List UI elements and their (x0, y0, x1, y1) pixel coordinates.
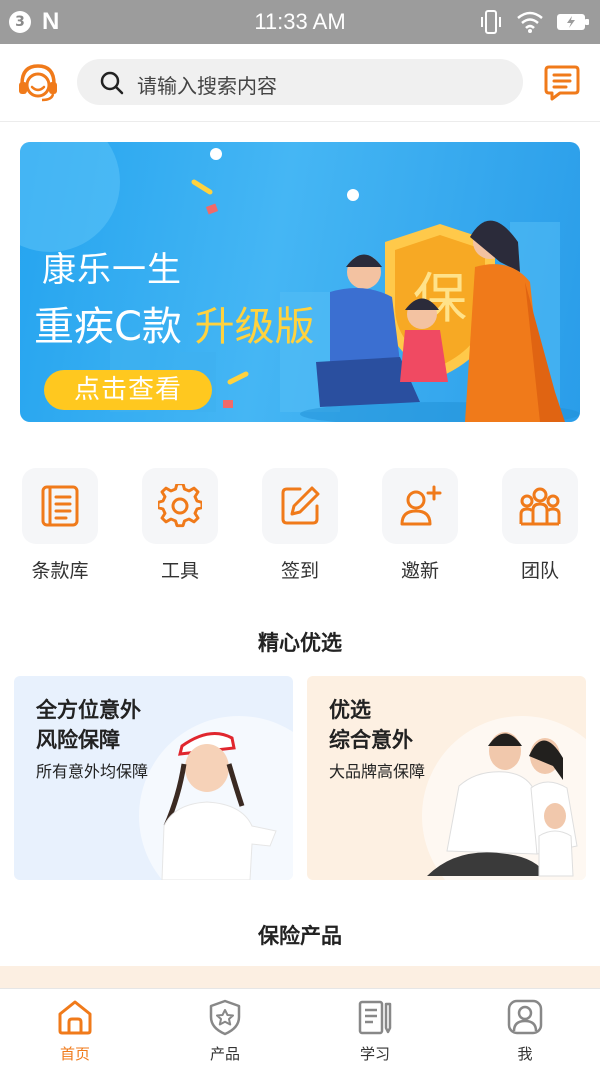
gear-icon (158, 484, 202, 528)
card-subtitle: 所有意外均保障 (36, 762, 149, 781)
card-title-line1: 全方位意外 (36, 698, 141, 722)
card-title-line2: 综合意外 (329, 728, 413, 752)
vibrate-icon (481, 10, 501, 34)
message-list-icon[interactable] (544, 64, 580, 102)
invite-user-icon (400, 485, 442, 526)
quick-item-tile (262, 468, 338, 544)
banner-subtitle: 康乐一生 (42, 250, 182, 290)
card-title-line1: 优选 (329, 698, 371, 722)
banner-cta-button[interactable]: 点击查看 (44, 370, 212, 410)
status-bar: 3 N 11:33 AM (0, 0, 600, 44)
banner-title-highlight: 升级版 (194, 304, 315, 350)
tab-label: 产品 (209, 1045, 240, 1063)
quick-item-tools[interactable]: 工具 (120, 466, 240, 586)
featured-card-accident-protection[interactable]: 全方位意外 风险保障 所有意外均保障 (14, 676, 293, 880)
clause-book-icon (41, 485, 79, 527)
quick-menu: 条款库 工具 签到 邀新 团队 (0, 466, 600, 586)
search-placeholder: 请输入搜索内容 (137, 74, 277, 98)
quick-item-team[interactable]: 团队 (480, 466, 600, 586)
study-notebook-icon (358, 1000, 392, 1035)
tab-label: 我 (517, 1045, 533, 1063)
tab-me[interactable]: 我 (450, 989, 600, 1067)
quick-item-label: 工具 (160, 560, 199, 582)
product-list-peek (0, 966, 600, 990)
featured-card-comprehensive-accident[interactable]: 优选 综合意外 大品牌高保障 (307, 676, 586, 880)
edit-pen-icon (281, 486, 320, 525)
quick-item-tile (22, 468, 98, 544)
card-title-line2: 风险保障 (36, 728, 120, 752)
quick-item-invite[interactable]: 邀新 (360, 466, 480, 586)
customer-service-icon[interactable] (16, 62, 60, 104)
quick-item-tile (142, 468, 218, 544)
promo-banner[interactable]: 保 康乐一生 重疾C款 升级版 点击查看 (20, 142, 580, 422)
bottom-tab-bar: 首页 产品 学习 我 (0, 988, 600, 1067)
quick-item-label: 条款库 (31, 560, 89, 582)
tab-label: 首页 (59, 1045, 90, 1063)
tab-home[interactable]: 首页 (0, 989, 150, 1067)
home-icon (58, 1000, 92, 1035)
card-subtitle: 大品牌高保障 (329, 762, 426, 781)
quick-item-checkin[interactable]: 签到 (240, 466, 360, 586)
quick-item-tile (502, 468, 578, 544)
tab-label: 学习 (359, 1045, 390, 1063)
quick-item-label: 签到 (280, 560, 319, 582)
products-section-title: 保险产品 (258, 924, 342, 948)
wifi-icon (517, 11, 543, 33)
quick-item-tile (382, 468, 458, 544)
banner-title-main: 重疾C款 (34, 304, 182, 350)
tab-products[interactable]: 产品 (150, 989, 300, 1067)
status-icons (478, 8, 590, 36)
app-screen: 3 N 11:33 AM 请输入搜索内容 保 康乐一生 重疾C款 升级版 点击查… (0, 0, 600, 1067)
team-icon (519, 487, 561, 526)
profile-icon (507, 999, 543, 1035)
featured-section-title: 精心优选 (258, 631, 342, 655)
battery-charging-icon (557, 14, 589, 30)
app-header: 请输入搜索内容 (0, 44, 600, 122)
search-bar[interactable]: 请输入搜索内容 (77, 59, 523, 105)
quick-item-label: 团队 (520, 560, 559, 582)
search-icon (100, 71, 124, 95)
tab-study[interactable]: 学习 (300, 989, 450, 1067)
shield-star-icon (209, 999, 241, 1036)
quick-item-label: 邀新 (400, 560, 439, 582)
quick-item-clause-library[interactable]: 条款库 (0, 466, 120, 586)
banner-title: 重疾C款 升级版 (34, 294, 315, 352)
